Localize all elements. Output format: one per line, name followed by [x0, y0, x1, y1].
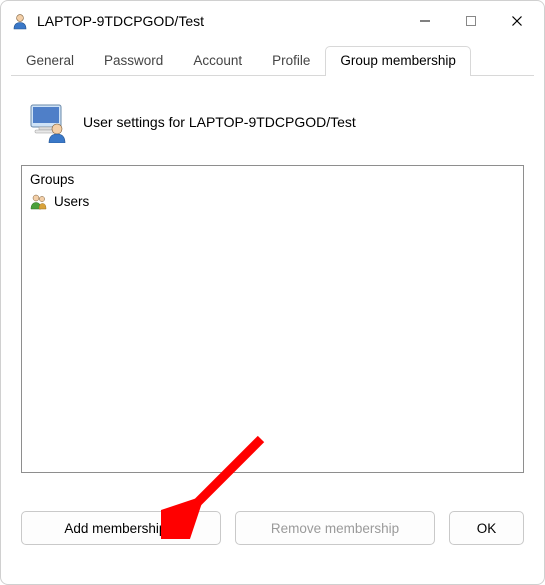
minimize-button[interactable]	[402, 5, 448, 37]
groups-listbox[interactable]: Groups Users	[21, 165, 524, 473]
tab-profile[interactable]: Profile	[257, 46, 325, 76]
list-item-label: Users	[54, 194, 89, 209]
window-title: LAPTOP-9TDCPGOD/Test	[37, 13, 402, 29]
tab-group-membership[interactable]: Group membership	[325, 46, 471, 76]
ok-button[interactable]: OK	[449, 511, 524, 545]
user-icon	[11, 12, 29, 30]
close-button[interactable]	[494, 5, 540, 37]
group-users-icon	[30, 192, 48, 210]
groups-column-header: Groups	[28, 170, 517, 191]
list-item[interactable]: Users	[28, 191, 517, 211]
tabstrip: General Password Account Profile Group m…	[1, 41, 544, 76]
button-row: Add membership... Remove membership OK	[1, 511, 544, 565]
tab-password[interactable]: Password	[89, 46, 178, 76]
tab-account[interactable]: Account	[178, 46, 257, 76]
remove-membership-button[interactable]: Remove membership	[235, 511, 435, 545]
titlebar: LAPTOP-9TDCPGOD/Test	[1, 1, 544, 41]
tab-content: User settings for LAPTOP-9TDCPGOD/Test G…	[1, 77, 544, 485]
tab-general[interactable]: General	[11, 46, 89, 76]
monitor-user-icon	[27, 101, 69, 143]
add-membership-button[interactable]: Add membership...	[21, 511, 221, 545]
page-heading-row: User settings for LAPTOP-9TDCPGOD/Test	[27, 101, 524, 143]
maximize-button[interactable]	[448, 5, 494, 37]
page-title: User settings for LAPTOP-9TDCPGOD/Test	[83, 114, 356, 130]
